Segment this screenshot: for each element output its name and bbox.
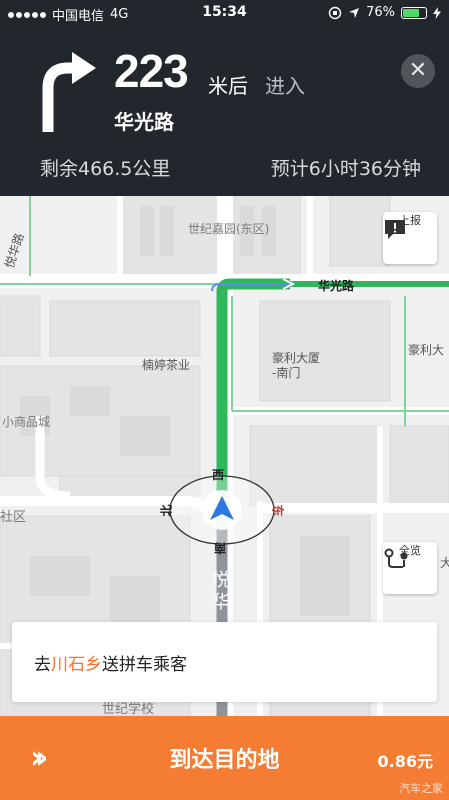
- destination-place: 川石乡: [51, 655, 102, 675]
- battery-percent: 76%: [366, 5, 395, 20]
- compass-north: 北: [159, 504, 174, 517]
- map-label-small-goods: 小商品城: [2, 415, 51, 429]
- next-road-name: 华光路: [114, 110, 174, 134]
- close-icon: ✕: [408, 58, 428, 83]
- turn-distance: 223: [114, 45, 189, 97]
- distance-unit: 米后: [208, 74, 248, 98]
- map-label-yuehua-road-bottom: 悦华: [209, 570, 230, 614]
- watermark-text: 汽车之家: [399, 782, 443, 795]
- arrive-destination-bar[interactable]: ›› 到达目的地 0.86元 汽车之家: [0, 716, 449, 800]
- status-right: 76%: [328, 5, 441, 20]
- map-label-haoli-south-gate: -南门: [272, 366, 301, 380]
- task-prefix: 去: [34, 655, 51, 675]
- orientation-lock-icon: [328, 6, 342, 19]
- fare-amount: 0.86元: [377, 752, 433, 771]
- route-overview-icon: [384, 548, 408, 568]
- compass-east: 东: [270, 504, 285, 517]
- passenger-task-text: 去川石乡送拼车乘客: [34, 650, 187, 675]
- report-button[interactable]: 上报: [383, 212, 437, 264]
- map-label-haoli-right: 豪利大: [408, 343, 445, 357]
- compass-west: 西: [212, 468, 225, 482]
- map-label-da-right: 大: [440, 556, 449, 570]
- overview-button[interactable]: 全览: [383, 542, 437, 594]
- turn-action: 进入: [265, 74, 305, 98]
- map-label-community: 社区: [0, 510, 27, 525]
- remaining-distance: 剩余466.5公里: [40, 158, 171, 180]
- report-icon: [385, 220, 405, 239]
- charging-icon: [433, 6, 441, 19]
- close-navigation-button[interactable]: ✕: [401, 54, 435, 88]
- task-suffix: 送拼车乘客: [102, 655, 187, 675]
- map-label-nanting-tea: 楠婷茶业: [142, 358, 191, 372]
- turn-right-arrow-icon: [42, 52, 96, 132]
- compass-south: 南: [214, 541, 227, 555]
- passenger-task-card[interactable]: 去川石乡送拼车乘客: [12, 622, 437, 702]
- navigation-header: 223 米后 进入 华光路 ✕ 剩余466.5公里 预计6小时36分钟: [0, 26, 449, 196]
- map-label-shiji-jiayuan: 世纪嘉园(东区): [188, 222, 270, 236]
- status-bar: 中国电信 4G 15:34 76%: [0, 0, 449, 26]
- location-icon: [349, 7, 360, 18]
- battery-icon: [401, 6, 427, 19]
- estimated-time: 预计6小时36分钟: [270, 158, 421, 180]
- map-label-huaguang-road: 华光路: [318, 279, 355, 293]
